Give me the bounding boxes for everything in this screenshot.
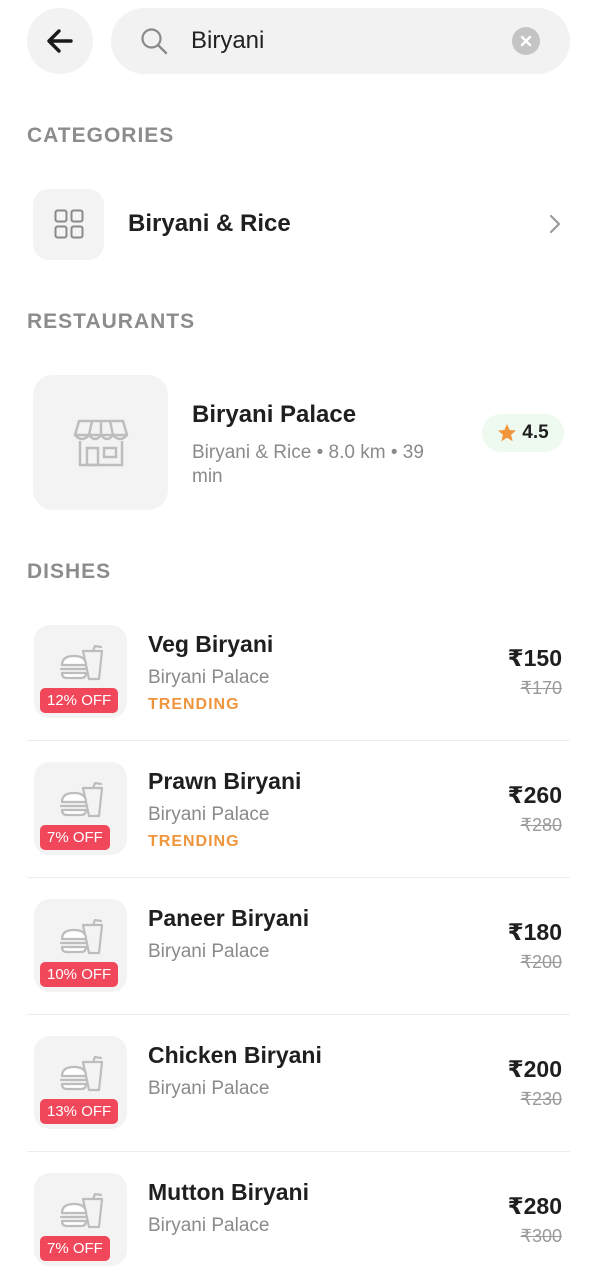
rating-value: 4.5 (522, 421, 549, 443)
food-icon (59, 1056, 103, 1092)
category-label: Biryani & Rice (128, 210, 291, 237)
search-icon (141, 28, 168, 55)
dishes-heading: DISHES (27, 560, 112, 583)
dish-restaurant: Biryani Palace (148, 804, 270, 825)
food-icon (59, 645, 103, 681)
dish-price: ₹150 (507, 645, 562, 671)
dish-item[interactable]: 7% OFF Mutton Biryani Biryani Palace ₹28… (27, 1152, 570, 1280)
dish-restaurant: Biryani Palace (148, 941, 270, 962)
dish-price: ₹200 (507, 1056, 562, 1082)
categories-heading: CATEGORIES (27, 124, 175, 147)
dish-name: Prawn Biryani (148, 768, 302, 794)
discount-badge: 13% OFF (40, 1099, 119, 1124)
category-icon-box (33, 188, 104, 260)
restaurant-meta: Biryani & Rice • 8.0 km • 39 min (192, 441, 424, 487)
dish-image: 10% OFF (34, 899, 127, 992)
dish-name: Veg Biryani (148, 631, 274, 657)
arrow-left-icon (47, 29, 73, 53)
food-icon (59, 782, 103, 818)
dish-info: Mutton Biryani Biryani Palace (148, 1173, 508, 1237)
discount-badge: 7% OFF (40, 1236, 110, 1261)
restaurant-name: Biryani Palace (192, 400, 357, 428)
back-button[interactable] (27, 8, 93, 74)
dish-info: Prawn Biryani Biryani Palace TRENDING (148, 762, 508, 851)
restaurant-image (33, 375, 168, 510)
dish-original-price: ₹280 (520, 815, 562, 835)
dish-restaurant: Biryani Palace (148, 667, 270, 688)
dish-original-price: ₹230 (520, 1089, 562, 1109)
dish-restaurant: Biryani Palace (148, 1215, 270, 1236)
dish-image: 7% OFF (34, 1173, 127, 1266)
dish-price-block: ₹280 ₹300 (508, 1173, 570, 1247)
discount-badge: 12% OFF (40, 688, 119, 713)
dish-price: ₹180 (507, 919, 562, 945)
dish-price: ₹280 (507, 1193, 562, 1219)
star-icon (498, 423, 517, 441)
dish-restaurant: Biryani Palace (148, 1078, 270, 1099)
dish-info: Paneer Biryani Biryani Palace (148, 899, 508, 963)
rating-badge: 4.5 (482, 413, 564, 452)
clear-search-button[interactable] (512, 27, 540, 55)
dish-price: ₹260 (507, 782, 562, 808)
dish-price-block: ₹200 ₹230 (508, 1036, 570, 1110)
dish-original-price: ₹300 (520, 1226, 562, 1246)
dish-name: Paneer Biryani (148, 905, 310, 931)
dish-item[interactable]: 10% OFF Paneer Biryani Biryani Palace ₹1… (27, 878, 570, 1015)
restaurants-heading: RESTAURANTS (27, 310, 196, 333)
store-icon (73, 419, 128, 466)
dish-item[interactable]: 7% OFF Prawn Biryani Biryani Palace TREN… (27, 741, 570, 878)
dish-original-price: ₹170 (520, 678, 562, 698)
dish-image: 13% OFF (34, 1036, 127, 1129)
dish-name: Mutton Biryani (148, 1179, 309, 1205)
discount-badge: 10% OFF (40, 962, 119, 987)
dish-original-price: ₹200 (520, 952, 562, 972)
search-input[interactable] (191, 21, 512, 61)
food-icon (59, 919, 103, 955)
restaurant-info: Biryani Palace Biryani & Rice • 8.0 km •… (192, 397, 482, 489)
dish-price-block: ₹260 ₹280 (508, 762, 570, 836)
trending-tag: TRENDING (148, 833, 240, 850)
dish-price-block: ₹180 ₹200 (508, 899, 570, 973)
search-header (27, 8, 570, 74)
trending-tag: TRENDING (148, 696, 240, 713)
category-item[interactable]: Biryani & Rice (33, 187, 562, 261)
dish-item[interactable]: 13% OFF Chicken Biryani Biryani Palace ₹… (27, 1015, 570, 1152)
restaurant-item[interactable]: Biryani Palace Biryani & Rice • 8.0 km •… (33, 375, 564, 510)
dish-item[interactable]: 12% OFF Veg Biryani Biryani Palace TREND… (27, 604, 570, 741)
food-icon (59, 1193, 103, 1229)
dish-name: Chicken Biryani (148, 1042, 322, 1068)
dish-price-block: ₹150 ₹170 (508, 625, 570, 699)
clear-icon (520, 35, 532, 47)
search-bar[interactable] (111, 8, 570, 74)
dish-info: Chicken Biryani Biryani Palace (148, 1036, 508, 1100)
dish-image: 7% OFF (34, 762, 127, 855)
chevron-right-icon (549, 214, 561, 234)
discount-badge: 7% OFF (40, 825, 110, 850)
dish-list: 12% OFF Veg Biryani Biryani Palace TREND… (27, 604, 570, 1280)
dish-info: Veg Biryani Biryani Palace TRENDING (148, 625, 508, 714)
dish-image: 12% OFF (34, 625, 127, 718)
grid-icon (54, 209, 83, 239)
